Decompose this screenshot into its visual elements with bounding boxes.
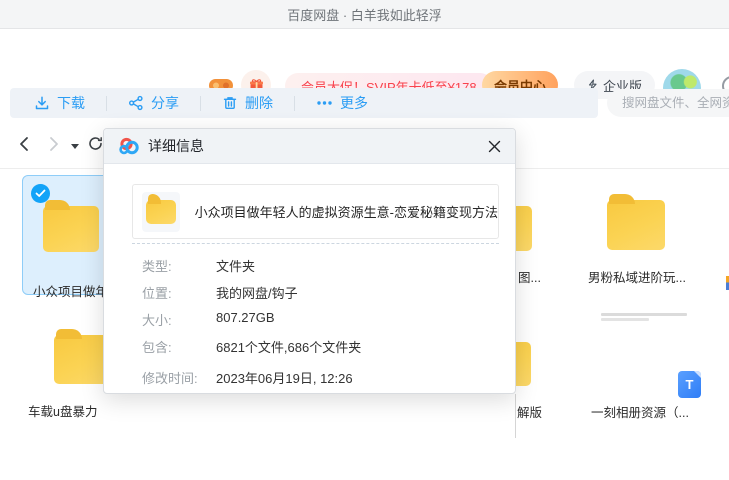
- detail-row-location: 位置: 我的网盘/钩子: [142, 283, 502, 299]
- folder-icon: [43, 206, 99, 252]
- file-name: 小众项目做年轻人的虚拟资源生意-恋爱秘籍变现方法: [195, 202, 498, 221]
- netdisk-logo-icon: [118, 136, 140, 156]
- file-summary-box: 小众项目做年轻人的虚拟资源生意-恋爱秘籍变现方法: [132, 184, 499, 239]
- detail-row-size: 大小: 807.27GB: [142, 310, 502, 326]
- more-dots-icon: [316, 95, 333, 111]
- action-toolbar: 下载 分享 删除: [10, 88, 598, 118]
- caret-down-icon: [71, 144, 79, 149]
- file-item-label: 车载u盘暴力: [28, 401, 97, 420]
- trash-icon: [222, 95, 238, 111]
- folder-icon: [607, 200, 665, 250]
- file-item-album[interactable]: T 一刻相册资源（...: [583, 365, 729, 420]
- delete-button[interactable]: 删除: [222, 93, 273, 113]
- dialog-title: 详细信息: [148, 136, 204, 156]
- detail-row-modified: 修改时间: 2023年06月19日, 12:26: [142, 368, 502, 384]
- close-icon[interactable]: [486, 138, 502, 154]
- window-titlebar: 百度网盘 · 白羊我如此轻浮: [0, 0, 729, 29]
- dialog-header: 详细信息: [104, 129, 515, 164]
- share-icon: [128, 95, 144, 111]
- file-item-label: 小众项目做年: [33, 281, 108, 300]
- back-button[interactable]: [16, 135, 32, 153]
- tiny-caption-line: [601, 318, 649, 321]
- tiny-caption-line: [601, 313, 687, 316]
- file-item-label-partial: 图...: [518, 267, 541, 286]
- download-button[interactable]: 下载: [34, 93, 85, 113]
- details-dialog: 详细信息 小众项目做年轻人的虚拟资源生意-恋爱秘籍变现方法 类型: 文件夹 位置…: [103, 128, 516, 394]
- dashed-divider: [132, 243, 499, 244]
- album-file-icon: T: [678, 371, 701, 398]
- toolbar-divider: [106, 96, 107, 111]
- toolbar-divider: [200, 96, 201, 111]
- window-title: 百度网盘 · 白羊我如此轻浮: [287, 5, 442, 24]
- header-bar: 会员大促！SVIP年卡低至¥178 会员中心 企业版 SVIP 1: [0, 29, 729, 86]
- more-button[interactable]: 更多: [316, 93, 368, 113]
- download-icon: [34, 95, 50, 111]
- file-item-fans[interactable]: 男粉私域进阶玩...: [576, 190, 698, 285]
- detail-row-contains: 包含: 6821个文件,686个文件夹: [142, 337, 502, 353]
- folder-icon: [146, 200, 176, 224]
- search-input[interactable]: [607, 89, 729, 117]
- detail-row-type: 类型: 文件夹: [142, 256, 502, 272]
- refresh-button[interactable]: [86, 133, 104, 153]
- baidu-netdisk-window: 百度网盘 · 白羊我如此轻浮 会员大促！SVIP年卡低至¥178 会员中心: [0, 0, 729, 480]
- file-item-label: 男粉私域进阶玩...: [588, 267, 686, 286]
- history-dropdown-caret[interactable]: [70, 142, 80, 150]
- file-item-label: 一刻相册资源（...: [591, 402, 689, 421]
- vertical-divider-remnant: [515, 394, 516, 438]
- share-button[interactable]: 分享: [128, 93, 179, 113]
- file-item-label-partial: 解版: [517, 402, 542, 421]
- forward-button[interactable]: [46, 135, 62, 153]
- folder-thumbnail: [142, 192, 180, 232]
- toolbar-divider: [294, 96, 295, 111]
